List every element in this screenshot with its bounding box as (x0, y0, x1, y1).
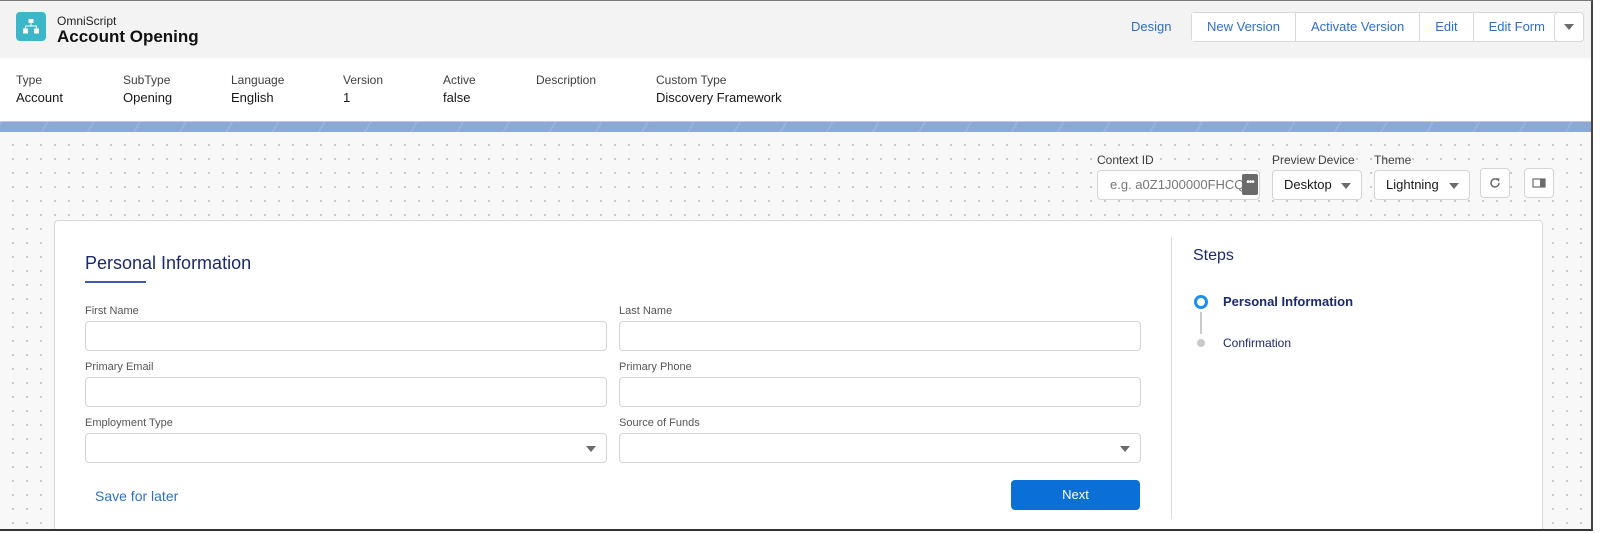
meta-label: Active (443, 73, 476, 87)
meta-label: Custom Type (656, 73, 727, 87)
last-name-input[interactable] (619, 321, 1141, 351)
source-of-funds-select[interactable] (619, 433, 1141, 463)
section-title: Personal Information (85, 253, 252, 273)
meta-language: Language English (231, 73, 284, 105)
meta-label: Type (16, 73, 43, 87)
meta-active: Active false (443, 73, 476, 105)
theme-select[interactable]: Lightning (1374, 170, 1470, 200)
chevron-down-icon (1449, 183, 1459, 189)
first-name-input[interactable] (85, 321, 607, 351)
meta-value: Opening (123, 90, 173, 105)
more-actions-button[interactable] (1554, 12, 1584, 42)
step-confirmation[interactable]: Confirmation (1223, 336, 1291, 350)
panel-toggle-button[interactable] (1524, 168, 1554, 198)
primary-phone-input[interactable] (619, 377, 1141, 407)
activate-version-button[interactable]: Activate Version (1295, 13, 1421, 41)
primary-phone-label: Primary Phone (619, 361, 692, 373)
meta-value: false (443, 90, 471, 105)
meta-type: Type Account (16, 73, 63, 105)
chevron-down-icon (1341, 183, 1351, 189)
ellipsis-icon[interactable]: ••• (1242, 174, 1258, 195)
page-header: OmniScript Account Opening Design New Ve… (0, 1, 1591, 58)
page-title: Account Opening (57, 27, 199, 46)
primary-email-label: Primary Email (85, 361, 154, 373)
next-button[interactable]: Next (1011, 480, 1140, 510)
preview-device-label: Preview Device (1272, 153, 1355, 167)
meta-label: Description (536, 73, 597, 87)
edit-form-button[interactable]: Edit Form (1473, 13, 1560, 41)
steps-divider (1171, 237, 1172, 519)
header-button-group: New Version Activate Version Edit Edit F… (1191, 12, 1561, 42)
new-version-button[interactable]: New Version (1192, 13, 1296, 41)
source-of-funds-label: Source of Funds (619, 417, 700, 429)
meta-value: English (231, 90, 274, 105)
meta-value: Discovery Framework (656, 90, 782, 105)
context-id-label: Context ID (1097, 153, 1154, 167)
step-personal-information[interactable]: Personal Information (1223, 294, 1353, 309)
step-pending-indicator-icon (1197, 339, 1205, 347)
meta-label: Language (231, 73, 285, 87)
steps-title: Steps (1193, 247, 1234, 264)
meta-value: 1 (343, 90, 351, 105)
preview-device-value: Desktop (1284, 177, 1332, 192)
hierarchy-icon (16, 12, 46, 41)
section-underline (85, 281, 146, 283)
first-name-label: First Name (85, 305, 139, 317)
meta-label: SubType (123, 73, 171, 87)
last-name-label: Last Name (619, 305, 673, 317)
employment-type-select[interactable] (85, 433, 607, 463)
step-active-indicator-icon (1194, 295, 1208, 309)
primary-email-input[interactable] (85, 377, 607, 407)
chevron-down-icon (1120, 446, 1130, 452)
refresh-icon (1490, 178, 1500, 188)
omniscript-designer-window: OmniScript Account Opening Design New Ve… (0, 0, 1593, 531)
context-id-input[interactable]: e.g. a0Z1J00000FHCQe (1097, 170, 1260, 200)
design-link[interactable]: Design (1131, 19, 1171, 34)
step-connector (1200, 312, 1202, 334)
refresh-button[interactable] (1480, 168, 1510, 198)
meta-custom-type: Custom Type Discovery Framework (656, 73, 782, 105)
meta-value: Account (16, 90, 63, 105)
decorative-banner (0, 121, 1591, 132)
chevron-down-icon (586, 446, 596, 452)
save-for-later-link[interactable]: Save for later (95, 488, 178, 504)
employment-type-label: Employment Type (85, 417, 173, 429)
form-card (54, 220, 1543, 529)
chevron-down-icon (1564, 24, 1574, 30)
edit-button[interactable]: Edit (1420, 13, 1474, 41)
meta-subtype: SubType Opening (123, 73, 172, 105)
meta-description: Description (536, 73, 596, 90)
panel-toggle-icon (1532, 178, 1546, 188)
theme-label: Theme (1374, 153, 1412, 167)
preview-device-select[interactable]: Desktop (1272, 170, 1362, 200)
theme-value: Lightning (1386, 177, 1439, 192)
app-type-label: OmniScript (57, 14, 117, 28)
meta-label: Version (343, 73, 384, 87)
meta-version: Version 1 (343, 73, 383, 105)
